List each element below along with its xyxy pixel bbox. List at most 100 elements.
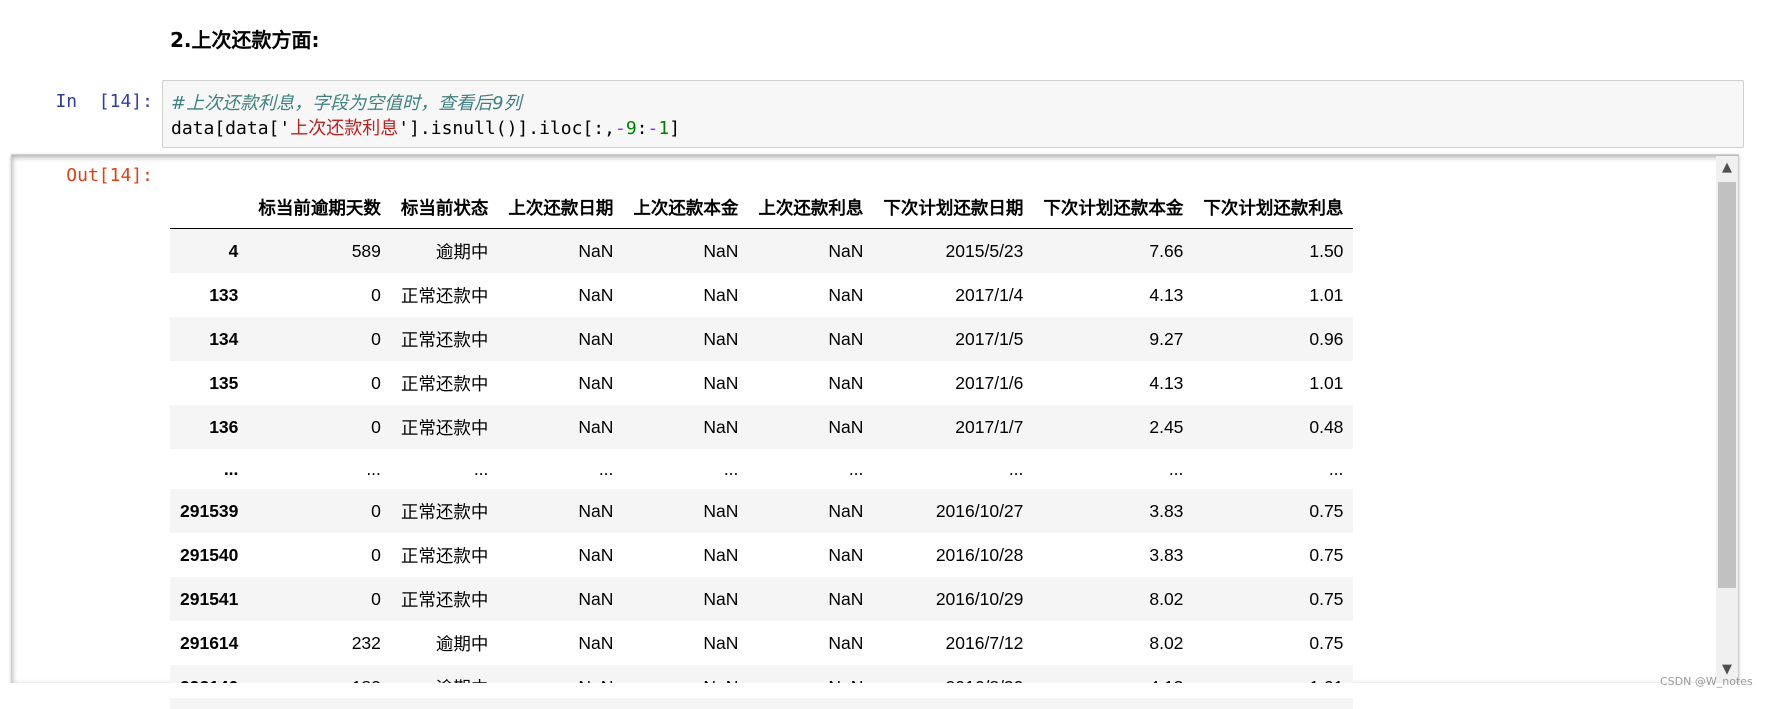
table-cell: NaN bbox=[578, 240, 614, 261]
column-header: 下次计划还款日期 bbox=[873, 186, 1034, 229]
table-cell: 2.45 bbox=[1149, 416, 1184, 437]
table-cell: 589 bbox=[351, 240, 381, 261]
table-cell: 正常还款中 bbox=[400, 329, 489, 350]
table-cell: 逾期中 bbox=[435, 241, 489, 262]
table-cell: NaN bbox=[703, 544, 739, 565]
table-cell: NaN bbox=[828, 328, 864, 349]
column-header: 下次计划还款本金 bbox=[1033, 186, 1194, 229]
table-cell: NaN bbox=[703, 328, 739, 349]
watermark: CSDN @W_notes bbox=[1660, 675, 1753, 688]
code-minus: - bbox=[614, 118, 626, 139]
vertical-scrollbar[interactable]: ▲ ▼ bbox=[1716, 156, 1738, 682]
table-row: 4 589 逾期中 NaN NaN NaN 2015/5/23 7.66 1.5… bbox=[170, 228, 1354, 273]
table-cell: NaN bbox=[703, 500, 739, 521]
column-header: 上次还款利息 bbox=[748, 186, 874, 229]
column-header: 下次计划还款利息 bbox=[1193, 186, 1354, 229]
table-cell: NaN bbox=[828, 240, 864, 261]
table-header-row: 标当前逾期天数 标当前状态 上次还款日期 上次还款本金 上次还款利息 下次计划还… bbox=[170, 186, 1354, 229]
table-cell: ... bbox=[366, 458, 381, 479]
table-cell: 0 bbox=[371, 588, 381, 609]
table-cell: 2016/10/28 bbox=[935, 544, 1024, 565]
table-cell: 0 bbox=[371, 372, 381, 393]
table-cell: 正常还款中 bbox=[400, 545, 489, 566]
table-row: 291540 0 正常还款中 NaN NaN NaN 2016/10/28 3.… bbox=[170, 533, 1353, 577]
table-cell: NaN bbox=[578, 632, 614, 653]
table-cell: NaN bbox=[703, 632, 739, 653]
table-cell: 逾期中 bbox=[435, 633, 489, 654]
table-cell: 232 bbox=[351, 632, 381, 653]
row-index: 291540 bbox=[180, 544, 239, 565]
table-row: 291614 232 逾期中 NaN NaN NaN 2016/7/12 8.0… bbox=[170, 621, 1353, 665]
row-index: 134 bbox=[209, 328, 239, 349]
column-header: 上次还款本金 bbox=[623, 186, 749, 229]
table-cell: 8.02 bbox=[1149, 632, 1184, 653]
code-mid: '].isnull()].iloc[:, bbox=[398, 118, 615, 139]
table-cell: NaN bbox=[828, 372, 864, 393]
table-cell: 正常还款中 bbox=[400, 501, 489, 522]
table-cell: 正常还款中 bbox=[400, 589, 489, 610]
table-cell: 9.27 bbox=[1149, 328, 1184, 349]
table-row: 136 0 正常还款中 NaN NaN NaN 2017/1/7 2.45 0.… bbox=[170, 405, 1354, 449]
markdown-heading: 2.上次还款方面: bbox=[170, 28, 320, 52]
table-cell: NaN bbox=[703, 416, 739, 437]
table-cell: NaN bbox=[578, 588, 614, 609]
code-minus: - bbox=[647, 118, 659, 139]
table-row: 134 0 正常还款中 NaN NaN NaN 2017/1/5 9.27 0.… bbox=[170, 317, 1354, 361]
table-cell: NaN bbox=[578, 372, 614, 393]
row-index: 136 bbox=[209, 416, 239, 437]
table-cell: 2016/7/12 bbox=[945, 632, 1024, 653]
table-cell: NaN bbox=[703, 240, 739, 261]
code-comment-line: #上次还款利息，字段为空值时，查看后9列 bbox=[171, 91, 1735, 116]
code-number: 1 bbox=[658, 118, 670, 139]
table-row: 291539 0 正常还款中 NaN NaN NaN 2016/10/27 3.… bbox=[170, 489, 1354, 533]
table-cell: 2017/1/4 bbox=[955, 284, 1024, 305]
code-string: 上次还款利息 bbox=[290, 118, 399, 139]
row-index: ... bbox=[223, 458, 239, 479]
scroll-up-icon[interactable]: ▲ bbox=[1716, 156, 1738, 180]
table-cell: NaN bbox=[828, 544, 864, 565]
dataframe-table: 标当前逾期天数 标当前状态 上次还款日期 上次还款本金 上次还款利息 下次计划还… bbox=[170, 186, 1354, 709]
table-cell: 0 bbox=[371, 416, 381, 437]
row-index: 4 bbox=[228, 240, 239, 261]
code-suffix: ] bbox=[669, 118, 681, 139]
table-cell: NaN bbox=[703, 372, 739, 393]
code-cell[interactable]: #上次还款利息，字段为空值时，查看后9列 data[data['上次还款利息']… bbox=[162, 80, 1744, 148]
input-prompt: In [14]: bbox=[55, 91, 153, 112]
code-number: 9 bbox=[625, 118, 637, 139]
table-cell: 2016/10/29 bbox=[935, 588, 1024, 609]
table-cell: NaN bbox=[578, 500, 614, 521]
table-cell: NaN bbox=[578, 416, 614, 437]
table-cell: 1.01 bbox=[1309, 372, 1344, 393]
table-cell: ... bbox=[723, 458, 739, 479]
table-cell: 正常还款中 bbox=[400, 285, 489, 306]
table-cell: NaN bbox=[578, 284, 614, 305]
table-cell: NaN bbox=[828, 416, 864, 437]
table-cell: NaN bbox=[828, 632, 864, 653]
table-cell: 2017/1/5 bbox=[955, 328, 1024, 349]
table-cell: 2016/10/27 bbox=[935, 500, 1024, 521]
row-index: 291541 bbox=[180, 588, 239, 609]
table-row-ellipsis: ... ... ... ... ... ... ... ... ... bbox=[170, 449, 1353, 489]
table-cell: NaN bbox=[578, 544, 614, 565]
table-cell: 0 bbox=[371, 544, 381, 565]
table-cell: 0 bbox=[371, 500, 381, 521]
table-cell: ... bbox=[1008, 458, 1024, 479]
table-cell: 0 bbox=[371, 328, 381, 349]
table-cell: 0.96 bbox=[1309, 328, 1344, 349]
row-index: 135 bbox=[209, 372, 239, 393]
table-cell: 4.13 bbox=[1149, 372, 1184, 393]
table-cell: ... bbox=[848, 458, 864, 479]
table-cell: 0 bbox=[371, 284, 381, 305]
table-cell: 0.48 bbox=[1309, 416, 1344, 437]
table-cell: 4.13 bbox=[1149, 284, 1184, 305]
scroll-thumb[interactable] bbox=[1718, 182, 1736, 588]
table-cell: 正常还款中 bbox=[400, 373, 489, 394]
table-cell: 2017/1/6 bbox=[955, 372, 1024, 393]
table-cell: 3.83 bbox=[1149, 544, 1184, 565]
column-header: 标当前逾期天数 bbox=[248, 186, 391, 229]
table-cell: NaN bbox=[828, 588, 864, 609]
table-cell: 2017/1/7 bbox=[955, 416, 1024, 437]
code-prefix: data[data[' bbox=[171, 118, 291, 139]
table-cell: NaN bbox=[703, 284, 739, 305]
table-cell: NaN bbox=[828, 500, 864, 521]
